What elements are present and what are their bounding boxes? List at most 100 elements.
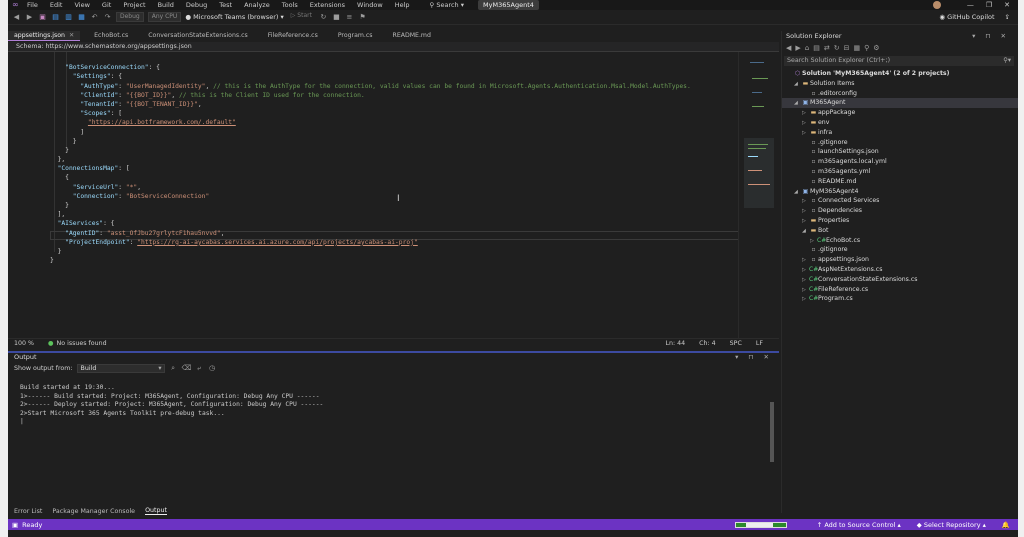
minimap[interactable] [744, 52, 774, 236]
tree-node[interactable]: ◢ ▣ MyM365Agent4 [782, 187, 1018, 197]
tab-program-cs[interactable]: Program.cs [332, 31, 379, 41]
tree-node[interactable]: ▷ ▫ appsettings.json [782, 255, 1018, 265]
tree-node[interactable]: ▫ .editorconfig [782, 89, 1018, 99]
tree-node[interactable]: ▫ README.md [782, 177, 1018, 187]
redo-icon[interactable]: ↷ [103, 13, 112, 21]
line-indicator[interactable]: Ln: 44 [665, 340, 685, 347]
code-editor[interactable]: "BotServiceConnection": { "Settings": { … [8, 52, 738, 338]
tab-echobot-cs[interactable]: EchoBot.cs [88, 31, 134, 41]
tree-node[interactable]: ▷ C#FileReference.cs [782, 285, 1018, 295]
menu-edit[interactable]: Edit [50, 1, 63, 9]
menu-extensions[interactable]: Extensions [310, 1, 345, 9]
tab-appsettings-json[interactable]: appsettings.json ✕ [8, 31, 81, 41]
schema-bar[interactable]: Schema: https://www.schemastore.org/apps… [8, 42, 779, 51]
close-icon[interactable]: ✕ [1004, 1, 1010, 9]
select-repository-button[interactable]: ◆ Select Repository ▴ [917, 521, 986, 529]
collapse-all-icon[interactable]: ⊟ [844, 44, 850, 52]
switch-views-icon[interactable]: ▤ [813, 44, 820, 52]
filter-icon[interactable]: ⚲ [864, 44, 869, 52]
tree-node[interactable]: ▷ C#Program.cs [782, 294, 1018, 304]
tree-node[interactable]: ▫ launchSettings.json [782, 147, 1018, 157]
code-text[interactable]: "BotServiceConnection": { "Settings": { … [50, 54, 691, 284]
menu-test[interactable]: Test [219, 1, 232, 9]
tree-node[interactable]: ▷ ▫ Connected Services [782, 196, 1018, 206]
tree-node[interactable]: ▷ ▬ infra [782, 128, 1018, 138]
tree-node[interactable]: ▫ .gitignore [782, 138, 1018, 148]
issues-indicator[interactable]: No issues found [57, 340, 107, 347]
code-link[interactable]: "https://api.botframework.com/.default" [88, 119, 236, 126]
menu-view[interactable]: View [74, 1, 89, 9]
configuration-select[interactable]: Debug [116, 12, 144, 22]
tab-conversationstateextensions-cs[interactable]: ConversationStateExtensions.cs [142, 31, 253, 41]
notification-bell-icon[interactable]: 🔔 [1002, 521, 1010, 529]
new-item-icon[interactable]: ▣ [38, 13, 47, 21]
menu-help[interactable]: Help [395, 1, 410, 9]
tree-node[interactable]: ▷ ▬ Properties [782, 216, 1018, 226]
tree-node[interactable]: ◢ ▣ M365Agent [782, 98, 1018, 109]
tab-error-list[interactable]: Error List [14, 508, 42, 515]
word-wrap-icon[interactable]: ⤶ [195, 364, 204, 373]
save-all-icon[interactable]: ▦ [77, 13, 86, 21]
tree-node[interactable]: ▫ .gitignore [782, 245, 1018, 255]
panel-controls[interactable]: ▾ ⊓ ✕ [735, 353, 773, 361]
share-icon[interactable]: ⇪ [1005, 13, 1010, 21]
copilot-button[interactable]: ◉ GitHub Copilot [939, 13, 994, 21]
column-indicator[interactable]: Ch: 4 [699, 340, 716, 347]
panel-controls[interactable]: ▾ ⊓ ✕ [972, 31, 1010, 42]
save-icon[interactable]: ▥ [64, 13, 73, 21]
tree-node[interactable]: ▫ m365agents.yml [782, 167, 1018, 177]
code-link[interactable]: "https://rg-ai-aycabas.services.ai.azure… [137, 239, 418, 246]
clock-icon[interactable]: ◷ [208, 364, 217, 372]
close-tab-icon[interactable]: ✕ [69, 32, 74, 39]
back-icon[interactable]: ◀ [12, 13, 21, 21]
zoom-level[interactable]: 100 % [14, 340, 34, 347]
menu-file[interactable]: File [27, 1, 38, 9]
expand-arrow-icon[interactable]: ▷ [802, 295, 809, 305]
tree-node[interactable]: ▷ C#EchoBot.cs [782, 236, 1018, 246]
clear-icon[interactable]: ⌫ [182, 364, 192, 372]
sync-icon[interactable]: ⇄ [824, 44, 830, 52]
tab-filereference-cs[interactable]: FileReference.cs [262, 31, 324, 41]
find-icon[interactable]: ⌕ [169, 364, 178, 373]
menu-analyze[interactable]: Analyze [244, 1, 270, 9]
refresh-icon[interactable]: ↻ [319, 13, 328, 21]
forward-icon[interactable]: ▶ [25, 13, 34, 21]
tree-node[interactable]: ▷ ▬ env [782, 118, 1018, 128]
add-to-source-control-button[interactable]: ↑ Add to Source Control ▴ [817, 521, 901, 529]
search-box[interactable]: ⚲ Search ▾ [430, 1, 465, 9]
line-ending[interactable]: LF [756, 340, 763, 347]
tab-readme-md[interactable]: README.md [387, 31, 437, 41]
tree-node[interactable]: ▷ ▫ Dependencies [782, 206, 1018, 216]
properties-icon[interactable]: ⚙ [873, 44, 879, 52]
menu-debug[interactable]: Debug [186, 1, 207, 9]
show-all-files-icon[interactable]: ▦ [853, 44, 860, 52]
home-icon[interactable]: ⌂ [805, 44, 809, 52]
menu-window[interactable]: Window [357, 1, 383, 9]
forward-icon[interactable]: ▶ [795, 44, 800, 52]
minimize-icon[interactable]: — [967, 1, 974, 9]
indent-mode[interactable]: SPC [730, 340, 742, 347]
undo-icon[interactable]: ↶ [90, 13, 99, 21]
tree-node[interactable]: ▷ C#AspNetExtensions.cs [782, 265, 1018, 275]
menu-tools[interactable]: Tools [282, 1, 298, 9]
menu-project[interactable]: Project [123, 1, 145, 9]
output-scroll-thumb[interactable] [770, 402, 774, 462]
menu-git[interactable]: Git [102, 1, 111, 9]
stop-icon[interactable]: ■ [332, 13, 341, 21]
open-icon[interactable]: ▤ [51, 13, 60, 21]
tree-node[interactable]: ◢ ▬ Bot [782, 226, 1018, 236]
menu-build[interactable]: Build [158, 1, 174, 9]
refresh-icon[interactable]: ↻ [834, 44, 840, 52]
avatar[interactable] [932, 1, 941, 9]
run-target-button[interactable]: ● Microsoft Teams (browser) ▾ [185, 13, 283, 21]
restore-icon[interactable]: ❐ [986, 1, 992, 9]
tab-package-manager-console[interactable]: Package Manager Console [52, 508, 135, 515]
back-icon[interactable]: ◀ [786, 44, 791, 52]
output-text[interactable]: Build started at 19:30... 1>------ Build … [20, 376, 323, 443]
output-source-select[interactable]: Build ▾ [76, 363, 165, 373]
solution-explorer-search[interactable]: Search Solution Explorer (Ctrl+;) ⚲▾ [784, 56, 1014, 66]
tab-output[interactable]: Output [145, 507, 167, 515]
start-button[interactable]: ▷ Start [288, 12, 315, 22]
platform-select[interactable]: Any CPU [147, 12, 182, 22]
tree-node[interactable]: ▷ ▬ appPackage [782, 108, 1018, 118]
